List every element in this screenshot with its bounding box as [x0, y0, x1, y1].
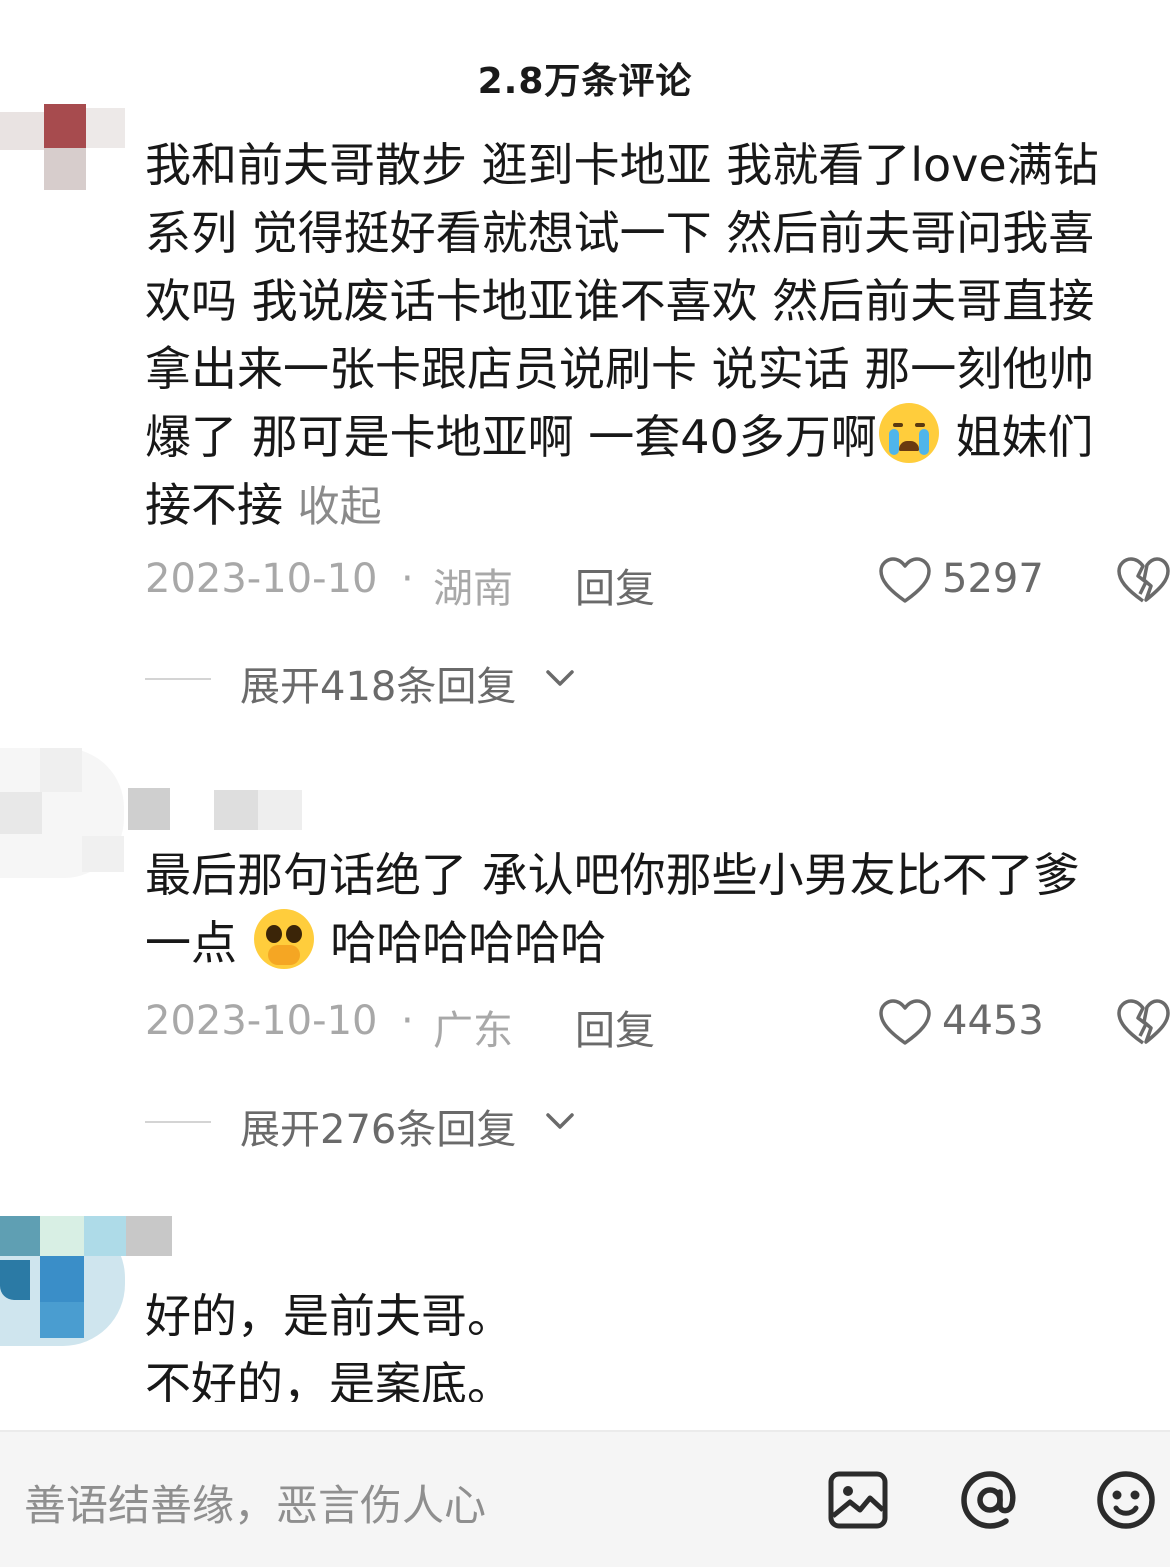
comment-text: 我和前夫哥散步 逛到卡地亚 我就看了love满钻 系列 觉得挺好看就想试一下 然… — [145, 138, 1099, 532]
broken-heart-icon[interactable] — [1116, 998, 1170, 1048]
comment-text: 好的，是前夫哥。 不好的，是案底。 — [145, 1289, 513, 1402]
heart-icon[interactable] — [878, 556, 932, 606]
comment-text: 最后那句话绝了 承认吧你那些小男友比不了爹 一点 哈哈哈哈哈哈 — [145, 848, 1080, 970]
reply-button[interactable]: 回复 — [575, 556, 655, 614]
meta-separator: · — [401, 556, 414, 602]
divider-dash — [145, 1121, 211, 1123]
username-pixelated[interactable] — [258, 790, 302, 830]
comment-input[interactable]: 善语结善缘，恶言伤人心 — [0, 1432, 800, 1567]
reply-button[interactable]: 回复 — [575, 998, 655, 1056]
comment-date: 2023-10-10 — [145, 556, 378, 602]
like-count: 5297 — [942, 556, 1044, 602]
avatar[interactable] — [0, 748, 124, 878]
emoji-icon[interactable] — [1094, 1468, 1158, 1532]
loudly-crying-face-icon — [878, 403, 939, 463]
avatar[interactable] — [0, 104, 125, 190]
chevron-down-icon — [546, 1113, 574, 1129]
divider-dash — [145, 678, 211, 680]
comment-input-bar: 善语结善缘，恶言伤人心 — [0, 1430, 1170, 1567]
meta-separator: · — [401, 998, 414, 1044]
expand-replies-label: 展开418条回复 — [240, 664, 517, 710]
input-placeholder: 善语结善缘，恶言伤人心 — [24, 1481, 487, 1530]
like-count: 4453 — [942, 998, 1044, 1044]
expand-replies-label: 展开276条回复 — [240, 1107, 517, 1153]
comment-location: 广东 — [433, 1008, 513, 1054]
chevron-down-icon — [546, 670, 574, 686]
comment-date: 2023-10-10 — [145, 998, 378, 1044]
broken-heart-icon[interactable] — [1116, 556, 1170, 606]
page-title: 2.8万条评论 — [477, 61, 693, 102]
face-holding-back-tears-icon — [253, 909, 314, 969]
username-pixelated[interactable] — [214, 790, 258, 830]
image-icon[interactable] — [826, 1468, 890, 1532]
comment-location: 湖南 — [433, 566, 513, 612]
heart-icon[interactable] — [878, 998, 932, 1048]
collapse-link[interactable]: 收起 — [298, 482, 382, 531]
at-mention-icon[interactable] — [958, 1468, 1022, 1532]
username-pixelated[interactable] — [128, 788, 170, 830]
